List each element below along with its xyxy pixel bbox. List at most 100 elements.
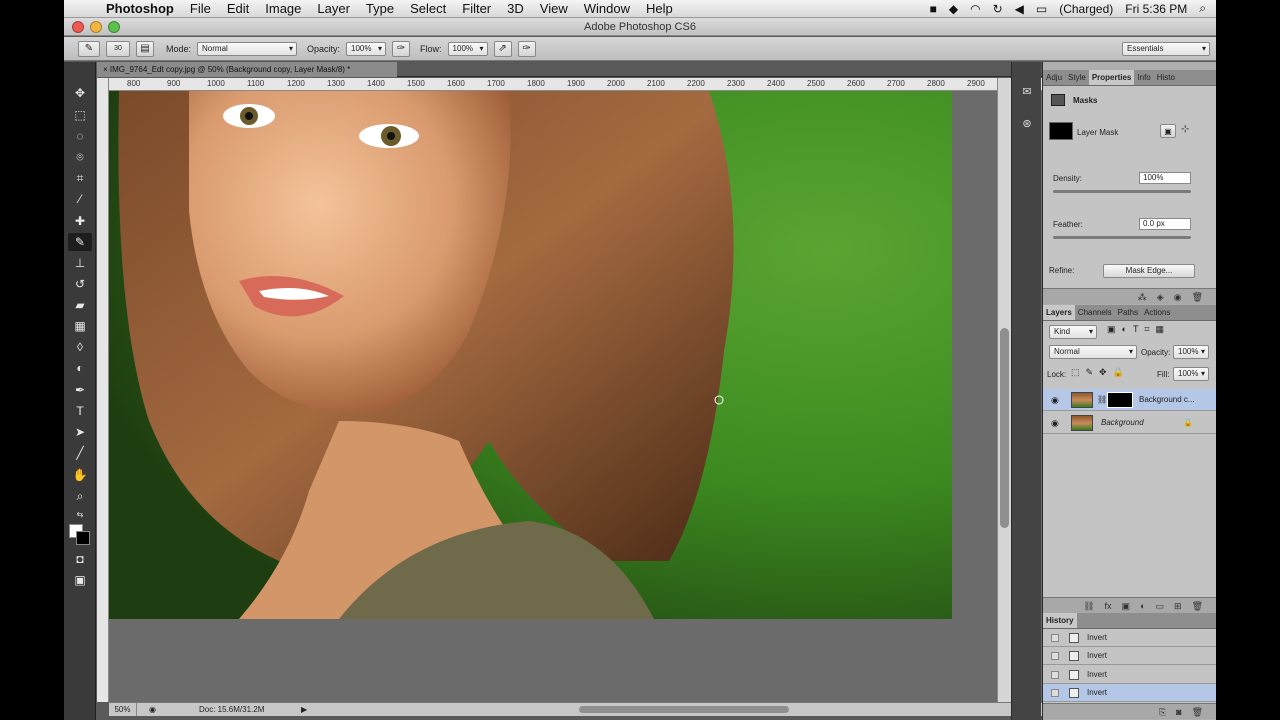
new-document-from-state-icon[interactable]: ⎘ — [1159, 704, 1166, 719]
airbrush-icon[interactable]: ⇗ — [493, 40, 512, 57]
tab-paths[interactable]: Paths — [1115, 305, 1141, 320]
tab-actions[interactable]: Actions — [1141, 305, 1173, 320]
minimize-window-button[interactable] — [90, 21, 102, 33]
healing-brush-tool-icon[interactable]: ✚ — [68, 212, 92, 230]
history-source-checkbox[interactable] — [1051, 689, 1059, 697]
marquee-tool-icon[interactable]: ⬚ — [68, 106, 92, 124]
close-window-button[interactable] — [72, 21, 84, 33]
history-item[interactable]: Invert — [1043, 629, 1216, 647]
pen-tool-icon[interactable]: ✒ — [68, 381, 92, 399]
dropbox-icon[interactable]: ◆ — [949, 2, 958, 16]
zoom-tool-icon[interactable]: ⌕ — [68, 487, 92, 505]
lasso-tool-icon[interactable]: ◌ — [68, 127, 92, 145]
gradient-tool-icon[interactable]: ▦ — [68, 317, 92, 335]
menu-view[interactable]: View — [532, 1, 576, 16]
layer-filter-kind[interactable]: Kind — [1049, 325, 1097, 339]
visibility-eye-icon[interactable]: ◉ — [1051, 412, 1063, 434]
history-source-checkbox[interactable] — [1051, 671, 1059, 679]
link-layers-icon[interactable]: ⛓ — [1083, 598, 1094, 613]
history-source-checkbox[interactable] — [1051, 652, 1059, 660]
document-tab[interactable]: × IMG_9764_Edt copy.jpg @ 50% (Backgroun… — [97, 62, 397, 77]
delete-state-icon[interactable]: 🗑 — [1192, 704, 1203, 719]
camera-icon[interactable]: ■ — [930, 2, 937, 16]
history-brush-tool-icon[interactable]: ↺ — [68, 275, 92, 293]
feather-input[interactable]: 0.0 px — [1139, 218, 1191, 230]
mode-select[interactable]: Normal — [197, 41, 298, 56]
fill-input[interactable]: 100% — [1173, 367, 1209, 381]
delete-mask-icon[interactable]: 🗑 — [1192, 289, 1203, 304]
hand-tool-icon[interactable]: ✋ — [68, 466, 92, 484]
menu-layer[interactable]: Layer — [309, 1, 358, 16]
layer-row-background-copy[interactable]: ◉ ⛓ Background c... — [1043, 389, 1216, 411]
menu-3d[interactable]: 3D — [499, 1, 532, 16]
layer-filter-icons[interactable]: ▣◐T⌗▦ — [1107, 324, 1170, 335]
type-tool-icon[interactable]: T — [68, 402, 92, 420]
tab-properties[interactable]: Properties — [1088, 70, 1135, 85]
flow-input[interactable]: 100% — [447, 41, 488, 56]
canvas-area[interactable] — [109, 91, 1042, 702]
dodge-tool-icon[interactable]: ◐ — [68, 359, 92, 377]
brush-panel-toggle-icon[interactable]: ▤ — [136, 40, 154, 57]
menu-filter[interactable]: Filter — [454, 1, 499, 16]
pressure-opacity-icon[interactable]: ✑ — [392, 40, 411, 57]
horizontal-scroll-thumb[interactable] — [579, 706, 789, 713]
new-group-icon[interactable]: ▭ — [1156, 598, 1165, 613]
brush-tool-preset-icon[interactable]: ✎ — [78, 40, 100, 57]
eyedropper-tool-icon[interactable]: ⁄ — [68, 190, 92, 208]
new-layer-icon[interactable]: ⊞ — [1174, 598, 1182, 613]
clock[interactable]: Fri 5:36 PM — [1125, 2, 1187, 16]
pixel-mask-icon[interactable]: ▣ — [1160, 124, 1176, 138]
vertical-ruler[interactable] — [97, 78, 109, 702]
layer-mask-thumb[interactable] — [1049, 122, 1073, 140]
toggle-mask-icon[interactable]: ◉ — [1174, 289, 1182, 304]
brush-size-picker[interactable]: 30 — [106, 40, 130, 57]
zoom-level[interactable]: 50% — [109, 703, 137, 716]
tab-styles[interactable]: Style — [1065, 70, 1089, 85]
brush-tool-icon[interactable]: ✎ — [68, 233, 92, 251]
menu-select[interactable]: Select — [402, 1, 454, 16]
mask-link-icon[interactable]: ⛓ — [1097, 389, 1107, 411]
quick-select-tool-icon[interactable]: ⌾ — [68, 148, 92, 166]
shape-tool-icon[interactable]: ╱ — [68, 444, 92, 462]
layer-name[interactable]: Background c... — [1139, 389, 1195, 411]
vertical-scrollbar[interactable] — [997, 78, 1011, 702]
menu-type[interactable]: Type — [358, 1, 402, 16]
background-color-swatch[interactable] — [76, 531, 90, 545]
default-colors-icon[interactable]: ⇆ — [68, 506, 92, 524]
pressure-size-icon[interactable]: ✑ — [517, 40, 536, 57]
vertical-scroll-thumb[interactable] — [1000, 328, 1009, 528]
notes-panel-icon[interactable]: ✉ — [1019, 84, 1035, 100]
status-menu-arrow-icon[interactable]: ▶ — [301, 703, 307, 716]
workspace-select[interactable]: Essentials — [1122, 41, 1210, 56]
density-input[interactable]: 100% — [1139, 172, 1191, 184]
history-source-checkbox[interactable] — [1051, 634, 1059, 642]
feather-slider[interactable] — [1053, 236, 1191, 239]
tab-adjustments[interactable]: Adju — [1043, 70, 1065, 85]
battery-icon[interactable]: ▭ — [1036, 2, 1047, 16]
opacity-input[interactable]: 100% — [346, 41, 387, 56]
zoom-window-button[interactable] — [108, 21, 120, 33]
document-image[interactable] — [109, 91, 952, 619]
history-item[interactable]: Invert — [1043, 647, 1216, 665]
layer-opacity-input[interactable]: 100% — [1173, 345, 1209, 359]
close-tab-icon[interactable]: × — [103, 65, 110, 74]
menu-image[interactable]: Image — [257, 1, 309, 16]
add-mask-icon[interactable]: ▣ — [1122, 598, 1131, 613]
layer-row-background[interactable]: ◉ Background 🔒 — [1043, 412, 1216, 434]
spotlight-icon[interactable]: ⌕ — [1199, 1, 1206, 16]
menu-file[interactable]: File — [182, 1, 219, 16]
quick-mask-icon[interactable]: ◘ — [68, 550, 92, 568]
path-select-tool-icon[interactable]: ➤ — [68, 423, 92, 441]
clone-stamp-tool-icon[interactable]: ⊥ — [68, 254, 92, 272]
blur-tool-icon[interactable]: ◊ — [68, 338, 92, 356]
move-tool-icon[interactable]: ✥ — [68, 84, 92, 102]
battery-status[interactable]: (Charged) — [1059, 2, 1113, 16]
mask-edge-button[interactable]: Mask Edge... — [1103, 264, 1195, 278]
status-export-icon[interactable]: ◉ — [149, 703, 156, 716]
sync-icon[interactable]: ↻ — [993, 2, 1003, 16]
menu-edit[interactable]: Edit — [219, 1, 257, 16]
history-item-selected[interactable]: Invert — [1043, 684, 1216, 702]
tab-histogram[interactable]: Histo — [1154, 70, 1178, 85]
tab-info[interactable]: Info — [1134, 70, 1153, 85]
menu-help[interactable]: Help — [638, 1, 681, 16]
